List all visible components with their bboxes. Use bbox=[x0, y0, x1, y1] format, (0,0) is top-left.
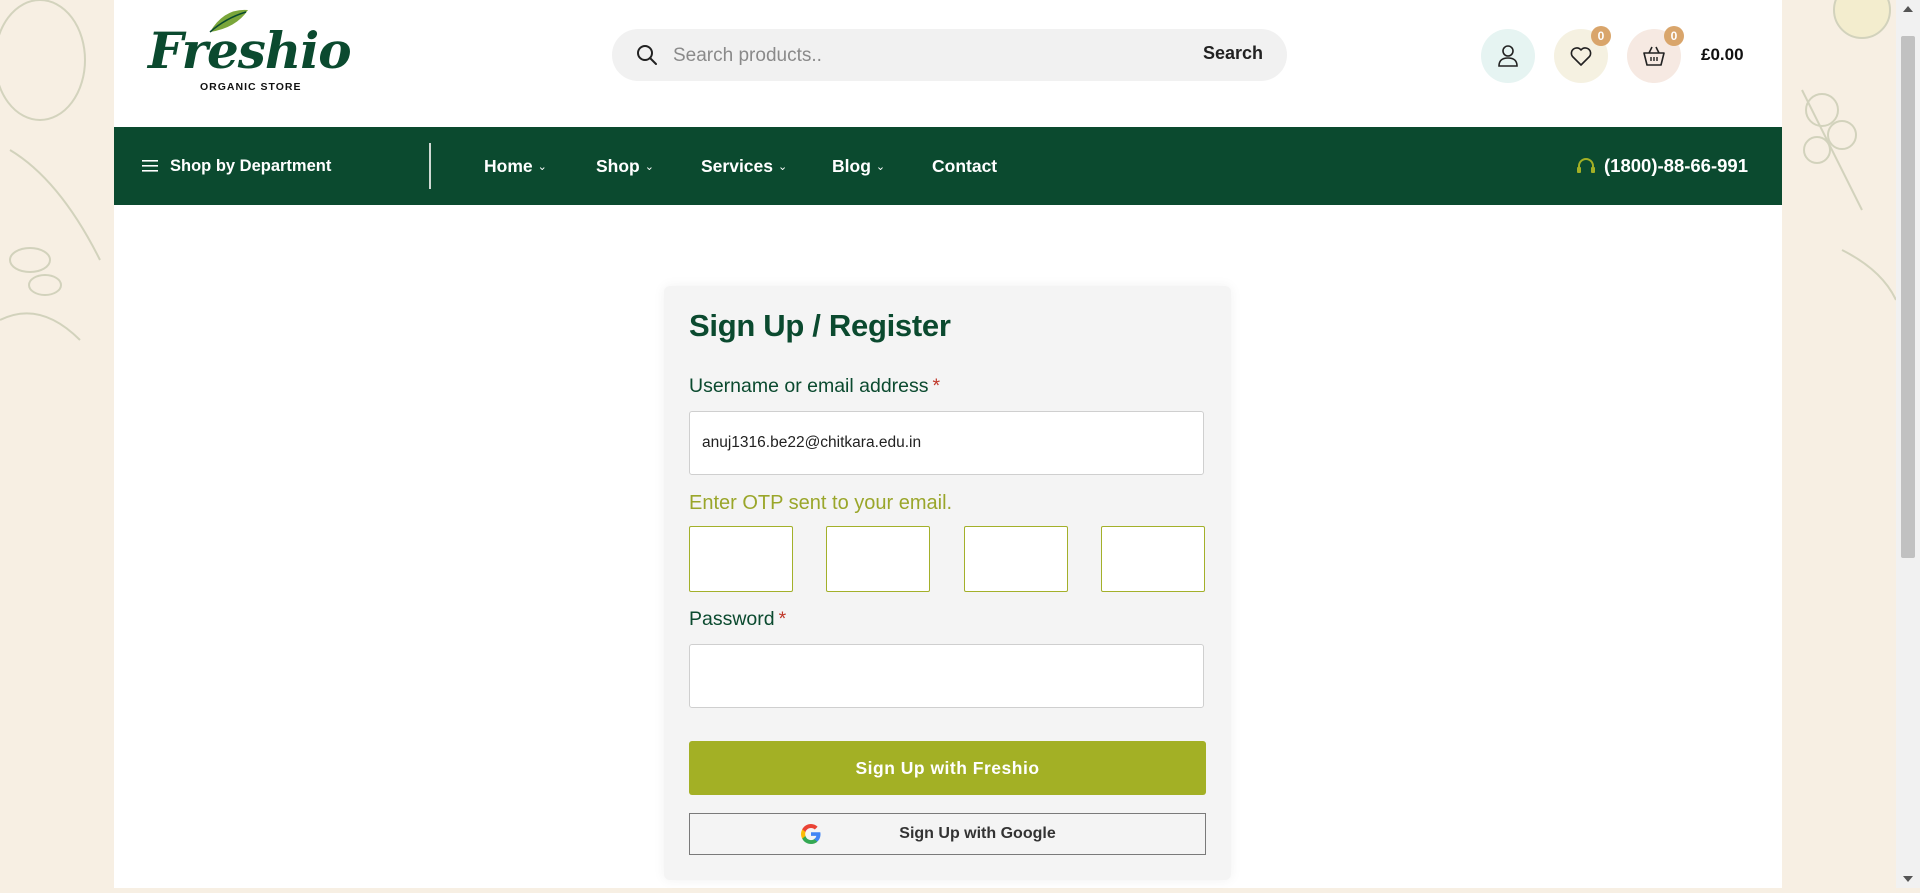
otp-digit-3 bbox=[964, 526, 1068, 592]
logo-wordmark: Freshio bbox=[148, 21, 352, 80]
nav-item-label: Blog bbox=[832, 155, 871, 176]
password-input[interactable] bbox=[690, 645, 1203, 707]
page-container: Freshio ORGANIC STORE Search 0 bbox=[114, 0, 1782, 888]
logo-tagline: ORGANIC STORE bbox=[200, 81, 302, 93]
nav-item-label: Home bbox=[484, 155, 533, 176]
phone-label: (1800)-88-66-991 bbox=[1604, 155, 1748, 176]
search-input[interactable] bbox=[671, 41, 1155, 71]
otp-digit-2 bbox=[826, 526, 930, 592]
heart-icon bbox=[1570, 47, 1592, 66]
background-illustration-left bbox=[0, 0, 114, 888]
signup-form: Sign Up / Register Username or email add… bbox=[664, 286, 1231, 880]
otp-label: Enter OTP sent to your email. bbox=[689, 492, 953, 514]
nav-item-label: Shop bbox=[596, 155, 640, 176]
nav-item-services[interactable]: Services ⌄ bbox=[701, 127, 787, 205]
required-mark: * bbox=[778, 608, 787, 630]
password-field bbox=[689, 644, 1204, 708]
signup-freshio-button[interactable]: Sign Up with Freshio bbox=[689, 741, 1206, 795]
scroll-up-arrow-icon[interactable] bbox=[1903, 6, 1913, 12]
signup-google-button[interactable]: Sign Up with Google bbox=[689, 813, 1206, 855]
nav-item-label: Contact bbox=[932, 155, 998, 176]
nav-divider bbox=[429, 143, 431, 189]
basket-icon bbox=[1643, 46, 1665, 66]
headset-icon bbox=[1577, 158, 1596, 173]
cart-button[interactable]: 0 bbox=[1627, 26, 1684, 83]
nav-item-label: Services bbox=[701, 155, 774, 176]
otp-digit-1 bbox=[689, 526, 793, 592]
search-icon bbox=[637, 45, 657, 65]
username-label-text: Username or email address bbox=[689, 375, 929, 397]
cart-total[interactable]: £0.00 bbox=[1701, 45, 1744, 65]
otp-input-1[interactable] bbox=[690, 527, 792, 591]
password-label: Password * bbox=[689, 608, 786, 631]
page-scrollbar[interactable] bbox=[1896, 0, 1920, 888]
search-bar: Search bbox=[612, 29, 1287, 81]
phone-number[interactable]: (1800)-88-66-991 bbox=[1576, 127, 1748, 205]
required-mark: * bbox=[932, 375, 941, 397]
department-label: Shop by Department bbox=[170, 156, 332, 175]
wishlist-button[interactable]: 0 bbox=[1554, 26, 1611, 83]
scroll-down-arrow-icon[interactable] bbox=[1903, 876, 1913, 882]
shop-by-department-button[interactable]: Shop by Department bbox=[142, 127, 331, 205]
password-label-text: Password bbox=[689, 608, 775, 630]
wishlist-count-badge: 0 bbox=[1591, 26, 1611, 46]
chevron-down-icon: ⌄ bbox=[778, 160, 788, 173]
otp-digit-4 bbox=[1101, 526, 1205, 592]
username-label: Username or email address * bbox=[689, 375, 940, 398]
main-navigation: Shop by Department Home ⌄ Shop ⌄ Services ⌄… bbox=[114, 127, 1782, 205]
menu-icon bbox=[142, 160, 158, 172]
site-header: Freshio ORGANIC STORE Search 0 bbox=[114, 0, 1782, 127]
chevron-down-icon: ⌄ bbox=[537, 160, 547, 173]
chevron-down-icon: ⌄ bbox=[644, 160, 654, 173]
user-icon bbox=[1498, 45, 1518, 67]
nav-item-contact[interactable]: Contact bbox=[932, 127, 997, 205]
scrollbar-thumb[interactable] bbox=[1901, 36, 1915, 558]
form-title: Sign Up / Register bbox=[689, 308, 951, 343]
site-logo[interactable]: Freshio ORGANIC STORE bbox=[148, 6, 352, 94]
chevron-down-icon: ⌄ bbox=[875, 160, 886, 173]
google-button-label: Sign Up with Google bbox=[899, 825, 1056, 842]
otp-input-4[interactable] bbox=[1102, 527, 1204, 591]
search-button[interactable]: Search bbox=[1203, 43, 1263, 64]
otp-input-3[interactable] bbox=[965, 527, 1067, 591]
nav-item-shop[interactable]: Shop ⌄ bbox=[596, 127, 654, 205]
account-button[interactable] bbox=[1481, 29, 1535, 83]
otp-input-2[interactable] bbox=[827, 527, 929, 591]
nav-item-blog[interactable]: Blog ⌄ bbox=[832, 127, 885, 205]
nav-item-home[interactable]: Home ⌄ bbox=[484, 127, 547, 205]
username-field bbox=[689, 411, 1204, 475]
username-input[interactable] bbox=[690, 412, 1203, 474]
background-illustration-right bbox=[1782, 0, 1897, 888]
cart-count-badge: 0 bbox=[1664, 26, 1684, 46]
